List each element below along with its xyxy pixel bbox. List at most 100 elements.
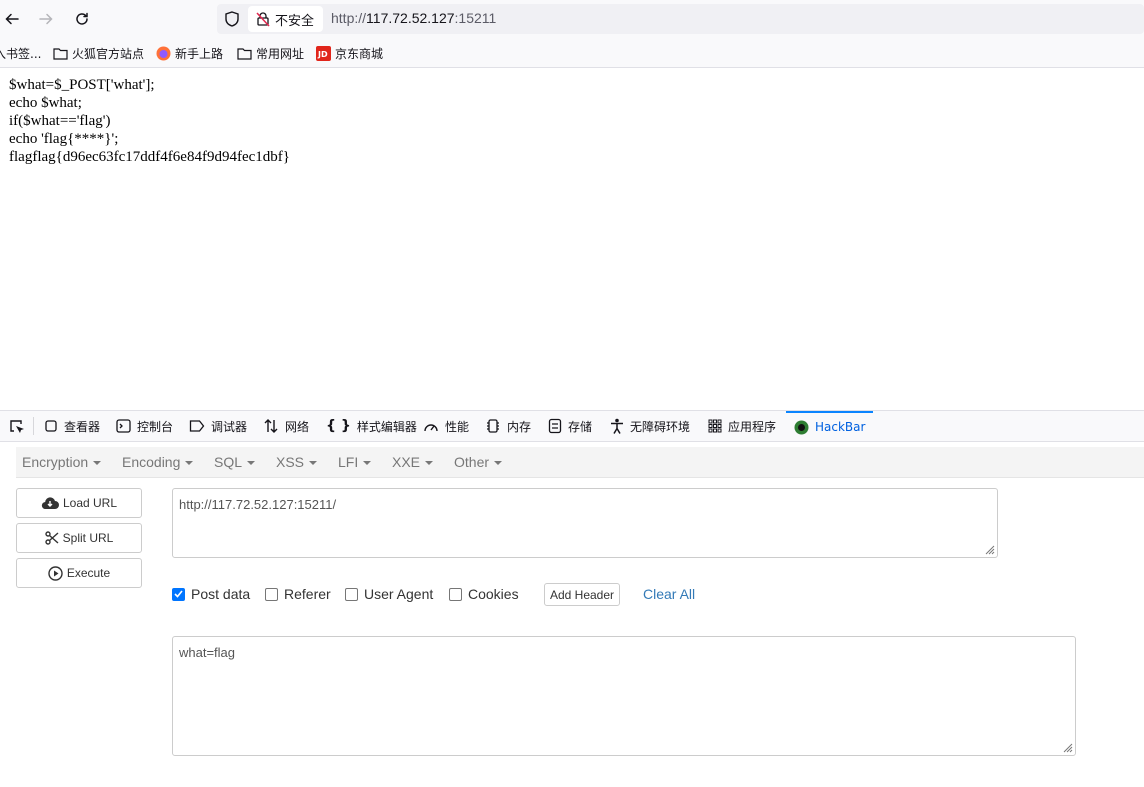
- network-arrows-icon: [263, 418, 279, 434]
- tab-label: 应用程序: [728, 419, 777, 434]
- button-label: Execute: [66, 566, 111, 580]
- bookmark-getting-started[interactable]: 新手上路: [156, 45, 223, 62]
- debugger-icon: [189, 419, 205, 433]
- element-picker-button[interactable]: [8, 418, 26, 441]
- checkmark-icon: [174, 590, 183, 598]
- bookmark-label: 新手上路: [175, 47, 224, 61]
- tab-label: 样式编辑器: [356, 419, 417, 434]
- cookies-checkbox[interactable]: [449, 587, 462, 601]
- post-data-option[interactable]: Post data: [172, 586, 250, 602]
- load-url-button[interactable]: Load URL: [16, 488, 142, 518]
- caret-down-icon: [309, 461, 318, 466]
- code-line: if($what=='flag'): [9, 113, 111, 129]
- bookmark-common-sites[interactable]: 常用网址: [237, 45, 304, 62]
- menu-other[interactable]: Other: [454, 454, 503, 470]
- menu-xxe[interactable]: XXE: [392, 454, 434, 470]
- menu-label: XSS: [276, 454, 305, 470]
- code-line: echo $what;: [9, 95, 82, 111]
- tab-network[interactable]: 网络: [263, 411, 309, 441]
- button-label: Split URL: [62, 531, 114, 545]
- menu-label: XXE: [392, 454, 421, 470]
- tab-label: HackBar: [815, 420, 866, 434]
- cloud-download-icon: [41, 496, 59, 510]
- memory-chip-icon: [485, 418, 501, 434]
- bookmark-label: 入书签...: [0, 47, 42, 61]
- bookmark-label: 火狐官方站点: [72, 47, 145, 61]
- cookies-option[interactable]: Cookies: [449, 586, 519, 602]
- referer-option[interactable]: Referer: [265, 586, 331, 602]
- option-label: Referer: [284, 586, 331, 602]
- tab-label: 无障碍环境: [630, 419, 691, 434]
- url-port: :15211: [454, 10, 497, 26]
- menu-label: LFI: [338, 454, 359, 470]
- accessibility-person-icon: [610, 418, 624, 434]
- button-label: Load URL: [62, 496, 118, 510]
- bookmark-label: 常用网址: [256, 47, 305, 61]
- menu-label: SQL: [214, 454, 243, 470]
- jd-logo-icon: JD: [316, 46, 331, 61]
- resize-grip-icon[interactable]: [983, 543, 995, 555]
- tracking-protection-button[interactable]: [222, 9, 242, 29]
- bookmark-firefox-official[interactable]: 火狐官方站点: [53, 45, 144, 62]
- tab-label: 性能: [445, 419, 470, 434]
- code-line: $what=$_POST['what'];: [9, 77, 155, 93]
- menu-lfi[interactable]: LFI: [338, 454, 372, 470]
- post-data-checkbox[interactable]: [172, 587, 185, 601]
- tab-hackbar[interactable]: HackBar: [786, 411, 874, 441]
- menu-encryption[interactable]: Encryption: [22, 454, 102, 470]
- split-url-button[interactable]: Split URL: [16, 523, 142, 553]
- folder-icon: [53, 47, 68, 60]
- url-host: 117.72.52.127: [366, 10, 455, 26]
- reload-icon: [76, 12, 88, 25]
- tab-label: 内存: [507, 419, 532, 434]
- tab-label: 控制台: [137, 419, 174, 434]
- menu-sql[interactable]: SQL: [214, 454, 256, 470]
- menu-xss[interactable]: XSS: [276, 454, 318, 470]
- tab-label: 存储: [568, 419, 593, 434]
- url-textarea[interactable]: http://117.72.52.127:15211/: [172, 488, 998, 558]
- caret-down-icon: [363, 461, 372, 466]
- page-output: $what=$_POST['what']; echo $what; if($wh…: [9, 76, 290, 166]
- arrow-left-icon: [5, 13, 19, 25]
- tab-label: 调试器: [211, 419, 248, 434]
- tab-accessibility[interactable]: 无障碍环境: [610, 411, 690, 441]
- bookmark-label: 京东商城: [335, 47, 384, 61]
- reload-button[interactable]: [70, 7, 94, 31]
- tab-label: 网络: [285, 419, 310, 434]
- gauge-icon: [423, 419, 439, 433]
- tab-application[interactable]: 应用程序: [708, 411, 776, 441]
- option-label: Post data: [191, 586, 251, 602]
- divider: [33, 417, 34, 435]
- bookmark-jd[interactable]: JD 京东商城: [316, 45, 383, 62]
- tab-performance[interactable]: 性能: [423, 411, 469, 441]
- bookmark-import[interactable]: 入书签...: [0, 45, 41, 62]
- url-text[interactable]: http://117.72.52.127:15211: [331, 10, 496, 26]
- resize-grip-icon[interactable]: [1061, 741, 1073, 753]
- flag-output: flagflag{d96ec63fc17ddf4f6e84f9d94fec1db…: [9, 149, 290, 165]
- hackbar-menu: Encryption Encoding SQL XSS LFI XXE Othe…: [16, 447, 1144, 478]
- url-value: http://117.72.52.127:15211/: [179, 497, 337, 512]
- clear-all-link[interactable]: Clear All: [643, 586, 695, 602]
- user-agent-checkbox[interactable]: [345, 587, 358, 601]
- post-data-textarea[interactable]: what=flag: [172, 636, 1076, 756]
- tab-style-editor[interactable]: { } 样式编辑器: [326, 411, 417, 441]
- code-line: echo 'flag{****}';: [9, 131, 119, 147]
- add-header-button[interactable]: Add Header: [544, 583, 620, 606]
- tab-memory[interactable]: 内存: [485, 411, 531, 441]
- option-label: Cookies: [468, 586, 519, 602]
- tab-console[interactable]: 控制台: [116, 411, 173, 441]
- referer-checkbox[interactable]: [265, 587, 278, 601]
- user-agent-option[interactable]: User Agent: [345, 586, 433, 602]
- browser-toolbar: 不安全 http://117.72.52.127:15211: [0, 0, 1144, 38]
- execute-button[interactable]: Execute: [16, 558, 142, 588]
- url-scheme: http://: [331, 10, 367, 26]
- menu-encoding[interactable]: Encoding: [122, 454, 194, 470]
- back-button[interactable]: [0, 7, 24, 31]
- tab-inspector[interactable]: 查看器: [44, 411, 100, 441]
- insecure-indicator[interactable]: 不安全: [248, 6, 323, 32]
- forward-button[interactable]: [34, 7, 58, 31]
- tab-storage[interactable]: 存储: [548, 411, 592, 441]
- scissors-icon: [44, 531, 59, 545]
- option-label: User Agent: [364, 586, 434, 602]
- tab-debugger[interactable]: 调试器: [189, 411, 247, 441]
